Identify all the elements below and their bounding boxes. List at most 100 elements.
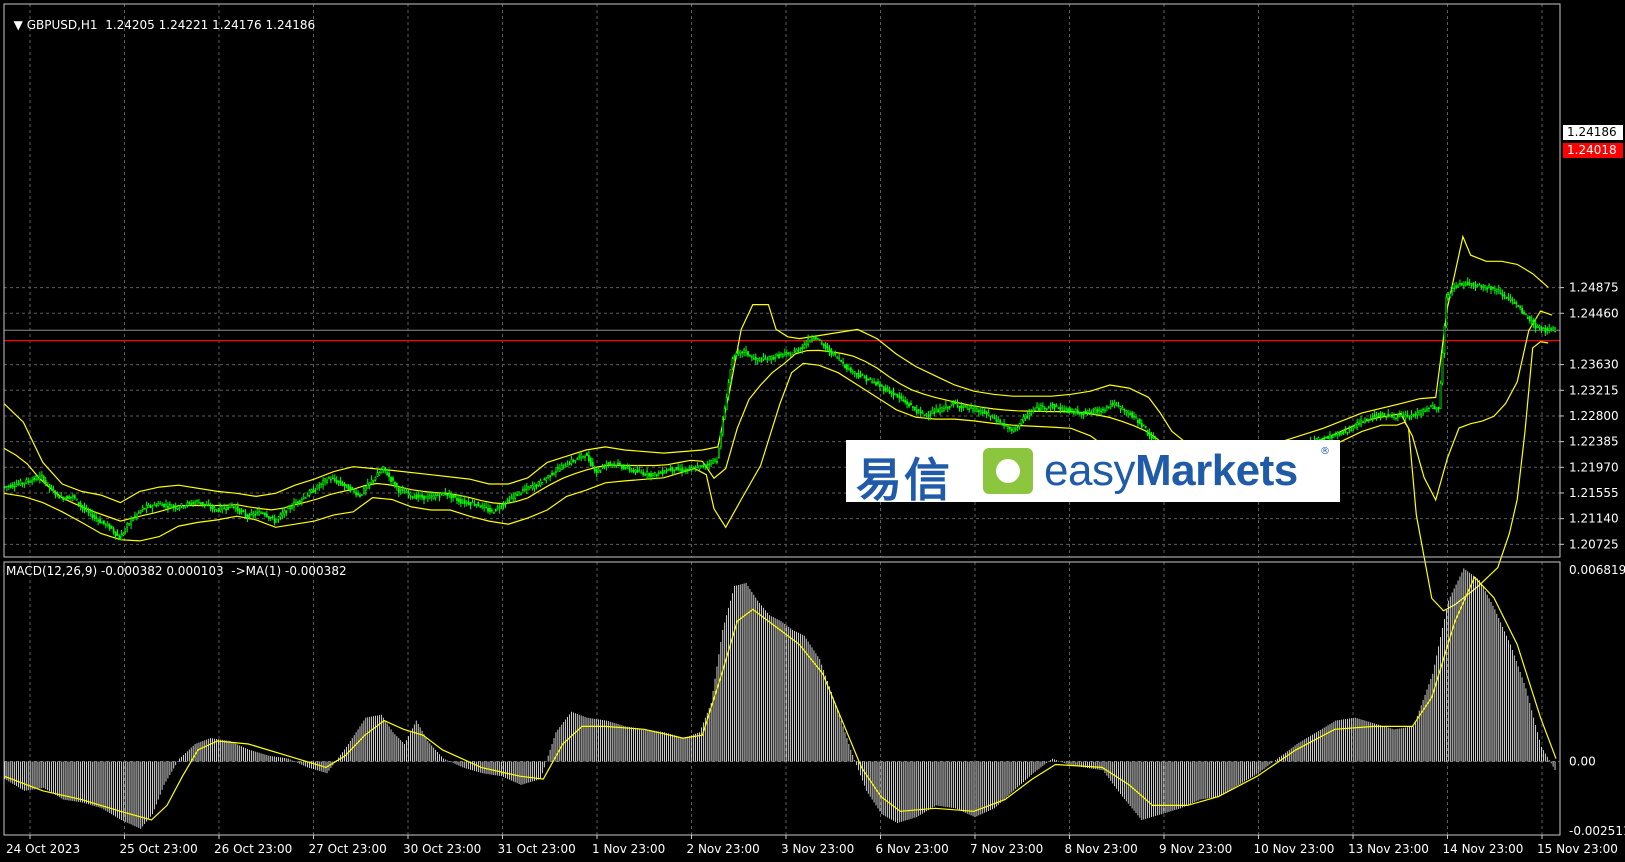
candle-body xyxy=(126,523,129,529)
candle-body xyxy=(1336,432,1339,435)
candle-body xyxy=(157,503,160,506)
candle-body xyxy=(1104,409,1106,412)
candle-body xyxy=(271,516,274,519)
candle-body xyxy=(813,337,815,340)
candle-body xyxy=(1484,284,1487,288)
candle-body xyxy=(1063,409,1066,412)
candle-body xyxy=(1455,285,1457,288)
candle-body xyxy=(85,508,88,511)
candle-body xyxy=(500,505,503,508)
candle-body xyxy=(409,492,412,496)
candle-body xyxy=(101,521,103,524)
candle-body xyxy=(370,479,373,483)
candle-body xyxy=(1435,407,1438,410)
candle-body xyxy=(1146,429,1149,435)
candle-body xyxy=(17,483,20,485)
candle-body xyxy=(415,494,418,500)
candle-body xyxy=(89,511,92,514)
candle-body xyxy=(135,513,138,518)
candle-body xyxy=(1123,408,1126,411)
candle-body xyxy=(976,408,978,413)
macd-histogram xyxy=(4,568,1556,829)
candle-body xyxy=(289,507,292,510)
candle-body xyxy=(64,497,67,500)
candle-body xyxy=(522,489,524,491)
x-tick-label: 10 Nov 23:00 xyxy=(1254,842,1335,856)
candle-body xyxy=(983,410,986,414)
candle-body xyxy=(657,472,660,474)
candle-body xyxy=(108,524,111,530)
candle-body xyxy=(533,483,536,489)
candle-body xyxy=(582,455,584,458)
pane-frames xyxy=(3,3,1561,836)
candle-body xyxy=(749,355,751,357)
candle-body xyxy=(929,414,932,416)
candle-body xyxy=(908,403,910,407)
candle-body xyxy=(537,481,540,486)
candle-body xyxy=(584,456,586,458)
candle-body xyxy=(576,458,579,460)
candle-body xyxy=(405,490,408,493)
candle-body xyxy=(1012,426,1015,432)
candle-body xyxy=(966,405,969,408)
candle-body xyxy=(1018,423,1021,427)
candle-body xyxy=(1354,423,1357,429)
candle-body xyxy=(1080,413,1083,416)
candle-body xyxy=(1532,320,1535,325)
candle-body xyxy=(345,484,348,486)
candle-body xyxy=(417,494,420,498)
candle-body xyxy=(787,352,790,355)
candle-body xyxy=(316,484,319,490)
candle-body xyxy=(886,388,889,390)
candle-body xyxy=(535,484,538,487)
candle-body xyxy=(38,475,41,479)
candle-body xyxy=(564,466,567,468)
candle-body xyxy=(605,464,608,466)
collapse-triangle-icon[interactable]: ▼ xyxy=(14,18,27,32)
candle-body xyxy=(1424,409,1426,413)
candle-body xyxy=(562,463,565,466)
candle-body xyxy=(1082,411,1085,415)
candle-body xyxy=(1115,403,1118,406)
candle-body xyxy=(137,511,140,514)
candle-body xyxy=(1490,286,1492,290)
candle-body xyxy=(1138,419,1141,424)
candle-body xyxy=(295,501,297,505)
candle-body xyxy=(87,511,90,513)
candle-body xyxy=(799,348,802,350)
candle-body xyxy=(830,349,833,356)
candle-body xyxy=(809,339,811,343)
y-tick-label: 1.21140 xyxy=(1569,512,1619,526)
candle-body xyxy=(273,518,276,524)
candle-body xyxy=(1507,297,1510,299)
candle-body xyxy=(1074,409,1077,413)
candle-body xyxy=(721,419,724,435)
candle-body xyxy=(857,372,860,378)
candle-body xyxy=(1098,408,1101,411)
candle-body xyxy=(729,369,732,383)
candle-body xyxy=(958,405,961,409)
candle-body xyxy=(11,484,14,487)
candle-body xyxy=(944,404,947,408)
candle-body xyxy=(974,407,976,412)
logo-registered-mark: ® xyxy=(1320,446,1330,457)
candle-body xyxy=(795,349,798,354)
candle-body xyxy=(1534,323,1537,329)
candle-body xyxy=(33,477,35,481)
candle-body xyxy=(560,465,563,471)
candle-body xyxy=(147,504,150,509)
candle-body xyxy=(997,419,1000,422)
macd-y-tick-label: 0.00 xyxy=(1569,755,1596,769)
candle-body xyxy=(1530,319,1533,323)
candle-body xyxy=(167,505,169,509)
candle-body xyxy=(750,356,753,358)
candle-body xyxy=(1030,412,1033,415)
candle-body xyxy=(7,485,10,488)
candle-body xyxy=(747,351,749,356)
candle-body xyxy=(1451,288,1454,292)
candle-body xyxy=(291,506,293,510)
candle-body xyxy=(450,493,453,499)
candle-body xyxy=(176,507,179,510)
candle-body xyxy=(502,504,505,506)
candle-body xyxy=(1107,406,1110,409)
